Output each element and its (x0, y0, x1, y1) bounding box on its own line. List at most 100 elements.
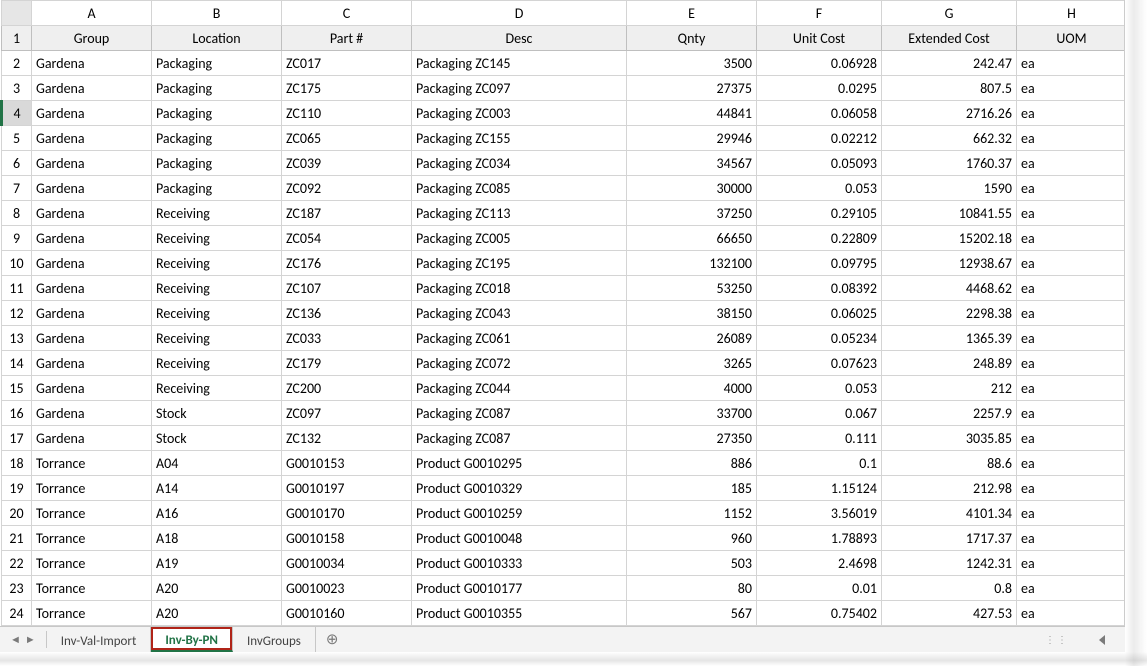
cell[interactable]: 0.05093 (757, 151, 882, 176)
header-location[interactable]: Location (152, 26, 282, 51)
cell[interactable]: A04 (152, 451, 282, 476)
table-row[interactable]: 11GardenaReceivingZC107Packaging ZC01853… (2, 276, 1126, 301)
table-row[interactable]: 20TorranceA16G0010170Product G0010259115… (2, 501, 1126, 526)
cell[interactable]: ZC132 (282, 426, 412, 451)
cell[interactable]: ZC200 (282, 376, 412, 401)
cell[interactable]: ea (1017, 276, 1126, 301)
table-row[interactable]: 6GardenaPackagingZC039Packaging ZC034345… (2, 151, 1126, 176)
cell[interactable]: A18 (152, 526, 282, 551)
col-header-B[interactable]: B (152, 1, 282, 26)
new-sheet-button[interactable]: ⊕ (316, 627, 349, 652)
table-row[interactable]: 3GardenaPackagingZC175Packaging ZC097273… (2, 76, 1126, 101)
cell[interactable]: G0010160 (282, 601, 412, 626)
cell[interactable]: 37250 (627, 201, 757, 226)
cell[interactable]: 3500 (627, 51, 757, 76)
cell[interactable]: ZC187 (282, 201, 412, 226)
cell[interactable]: Gardena (32, 401, 152, 426)
cell[interactable]: Gardena (32, 101, 152, 126)
cell[interactable]: 242.47 (882, 51, 1017, 76)
cell[interactable]: 0.06928 (757, 51, 882, 76)
col-header-G[interactable]: G (882, 1, 1017, 26)
row-number[interactable]: 6 (2, 151, 32, 176)
cell[interactable]: 33700 (627, 401, 757, 426)
cell[interactable]: ZC092 (282, 176, 412, 201)
cell[interactable]: ZC097 (282, 401, 412, 426)
cell[interactable]: Product G0010259 (412, 501, 627, 526)
cell[interactable]: Packaging ZC072 (412, 351, 627, 376)
row-number[interactable]: 19 (2, 476, 32, 501)
cell[interactable]: 27375 (627, 76, 757, 101)
cell[interactable]: 15202.18 (882, 226, 1017, 251)
cell[interactable]: Torrance (32, 501, 152, 526)
cell[interactable]: Gardena (32, 351, 152, 376)
cell[interactable]: 1.78893 (757, 526, 882, 551)
row-number[interactable]: 9 (2, 226, 32, 251)
cell[interactable]: 1242.31 (882, 551, 1017, 576)
cell[interactable]: Receiving (152, 301, 282, 326)
cell[interactable]: Torrance (32, 551, 152, 576)
cell[interactable]: G0010158 (282, 526, 412, 551)
cell[interactable]: ZC054 (282, 226, 412, 251)
col-header-H[interactable]: H (1017, 1, 1126, 26)
row-number[interactable]: 3 (2, 76, 32, 101)
header-uom[interactable]: UOM (1017, 26, 1126, 51)
cell[interactable]: Packaging (152, 51, 282, 76)
cell[interactable]: Torrance (32, 451, 152, 476)
table-row[interactable]: 2GardenaPackagingZC017Packaging ZC145350… (2, 51, 1126, 76)
cell[interactable]: Receiving (152, 351, 282, 376)
cell[interactable]: 0.22809 (757, 226, 882, 251)
col-header-A[interactable]: A (32, 1, 152, 26)
header-part[interactable]: Part # (282, 26, 412, 51)
cell[interactable]: A14 (152, 476, 282, 501)
table-row[interactable]: 9GardenaReceivingZC054Packaging ZC005666… (2, 226, 1126, 251)
cell[interactable]: ea (1017, 151, 1126, 176)
row-number[interactable]: 12 (2, 301, 32, 326)
cell[interactable]: ea (1017, 101, 1126, 126)
cell[interactable]: Packaging (152, 101, 282, 126)
cell[interactable]: Receiving (152, 376, 282, 401)
cell[interactable]: G0010197 (282, 476, 412, 501)
cell[interactable]: Gardena (32, 51, 152, 76)
cell[interactable]: 1152 (627, 501, 757, 526)
col-header-F[interactable]: F (757, 1, 882, 26)
cell[interactable]: G0010170 (282, 501, 412, 526)
table-row[interactable]: 22TorranceA19G0010034Product G0010333503… (2, 551, 1126, 576)
cell[interactable]: Product G0010329 (412, 476, 627, 501)
cell[interactable]: ZC017 (282, 51, 412, 76)
header-qnty[interactable]: Qnty (627, 26, 757, 51)
col-header-C[interactable]: C (282, 1, 412, 26)
cell[interactable]: 886 (627, 451, 757, 476)
cell[interactable]: 0.0295 (757, 76, 882, 101)
cell[interactable]: Packaging (152, 126, 282, 151)
cell[interactable]: 0.75402 (757, 601, 882, 626)
cell[interactable]: 26089 (627, 326, 757, 351)
cell[interactable]: G0010023 (282, 576, 412, 601)
cell[interactable]: ZC033 (282, 326, 412, 351)
cell[interactable]: 27350 (627, 426, 757, 451)
cell[interactable]: Gardena (32, 276, 152, 301)
cell[interactable]: ea (1017, 601, 1126, 626)
cell[interactable]: Gardena (32, 426, 152, 451)
table-row[interactable]: 8GardenaReceivingZC187Packaging ZC113372… (2, 201, 1126, 226)
spreadsheet-grid[interactable]: A B C D E F G H 1 Group Location Part # … (0, 0, 1125, 626)
cell[interactable]: Packaging ZC061 (412, 326, 627, 351)
tab-nav-prev-icon[interactable]: ◄ (10, 633, 21, 646)
cell[interactable]: ea (1017, 351, 1126, 376)
cell[interactable]: Packaging ZC097 (412, 76, 627, 101)
cell[interactable]: Gardena (32, 151, 152, 176)
row-number[interactable]: 17 (2, 426, 32, 451)
cell[interactable]: 1.15124 (757, 476, 882, 501)
cell[interactable]: A19 (152, 551, 282, 576)
row-number[interactable]: 13 (2, 326, 32, 351)
tab-nav-buttons[interactable]: ◄ ► (0, 627, 46, 652)
cell[interactable]: ea (1017, 251, 1126, 276)
table-row[interactable]: 13GardenaReceivingZC033Packaging ZC06126… (2, 326, 1126, 351)
cell[interactable]: Gardena (32, 201, 152, 226)
table-row[interactable]: 7GardenaPackagingZC092Packaging ZC085300… (2, 176, 1126, 201)
cell[interactable]: ZC110 (282, 101, 412, 126)
cell[interactable]: 0.07623 (757, 351, 882, 376)
row-number[interactable]: 1 (2, 26, 32, 51)
table-row[interactable]: 15GardenaReceivingZC200Packaging ZC04440… (2, 376, 1126, 401)
cell[interactable]: 30000 (627, 176, 757, 201)
row-number[interactable]: 16 (2, 401, 32, 426)
